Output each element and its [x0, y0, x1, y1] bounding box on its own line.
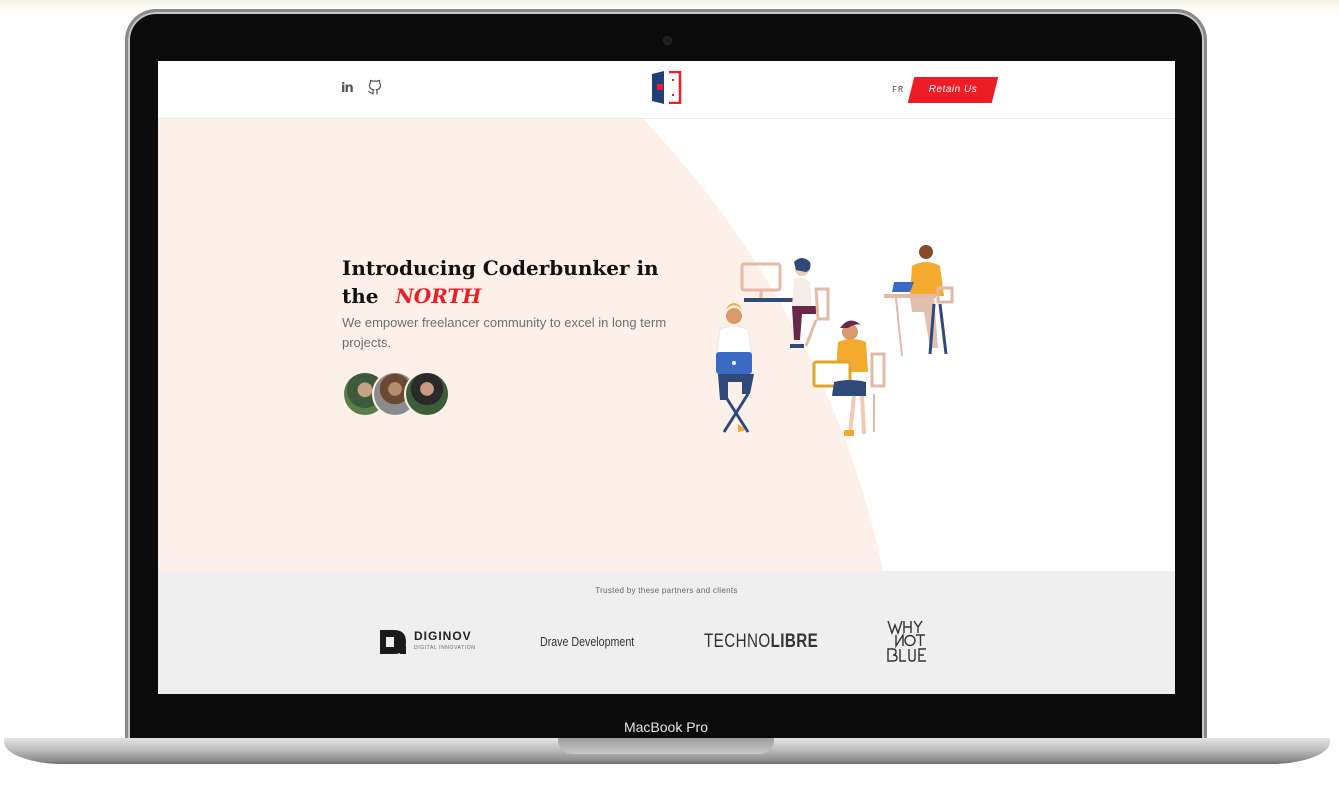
partner-logo-whynotblue[interactable]	[886, 619, 934, 662]
hero-section: Introducing Coderbunker in the NORTH We …	[158, 119, 1175, 571]
partner-name-bold: LIBRE	[770, 631, 819, 652]
hero-headline: Introducing Coderbunker in the NORTH	[342, 254, 662, 310]
people-working-on-laptops-illustration	[715, 245, 954, 436]
device-label: MacBook Pro	[623, 719, 709, 735]
partner-name: DIGINOV	[414, 629, 472, 643]
language-toggle[interactable]: FR	[892, 85, 904, 95]
github-icon[interactable]	[368, 79, 382, 99]
hero-subtitle: We empower freelancer community to excel…	[342, 315, 667, 350]
laptop-notch	[558, 738, 774, 754]
partner-name-light: TECHNO	[704, 631, 771, 652]
diginov-logo-icon	[380, 630, 406, 654]
camera-icon	[663, 36, 672, 45]
avatar	[404, 371, 450, 417]
linkedin-icon[interactable]: in	[341, 81, 354, 96]
partner-logo-drave[interactable]: Drave Development	[540, 625, 634, 659]
coderbunker-logo-icon[interactable]	[652, 70, 684, 105]
headline-highlight: NORTH	[387, 282, 489, 310]
top-navbar: in FR Retain Us	[158, 61, 1175, 119]
partners-section: Trusted by these partners and clients DI…	[158, 571, 1175, 694]
partner-tagline: DIGITAL INNOVATION	[414, 645, 476, 651]
partners-heading: Trusted by these partners and clients	[595, 586, 738, 595]
retain-us-button[interactable]: Retain Us	[907, 77, 999, 103]
whynotblue-logo-icon	[887, 620, 926, 662]
retain-us-label: Retain Us	[928, 84, 978, 95]
partner-logo-technolibre[interactable]: TECHNOLIBRE	[704, 625, 818, 659]
browser-screen: in FR Retain Us Introducing Coderbunker	[158, 61, 1175, 694]
